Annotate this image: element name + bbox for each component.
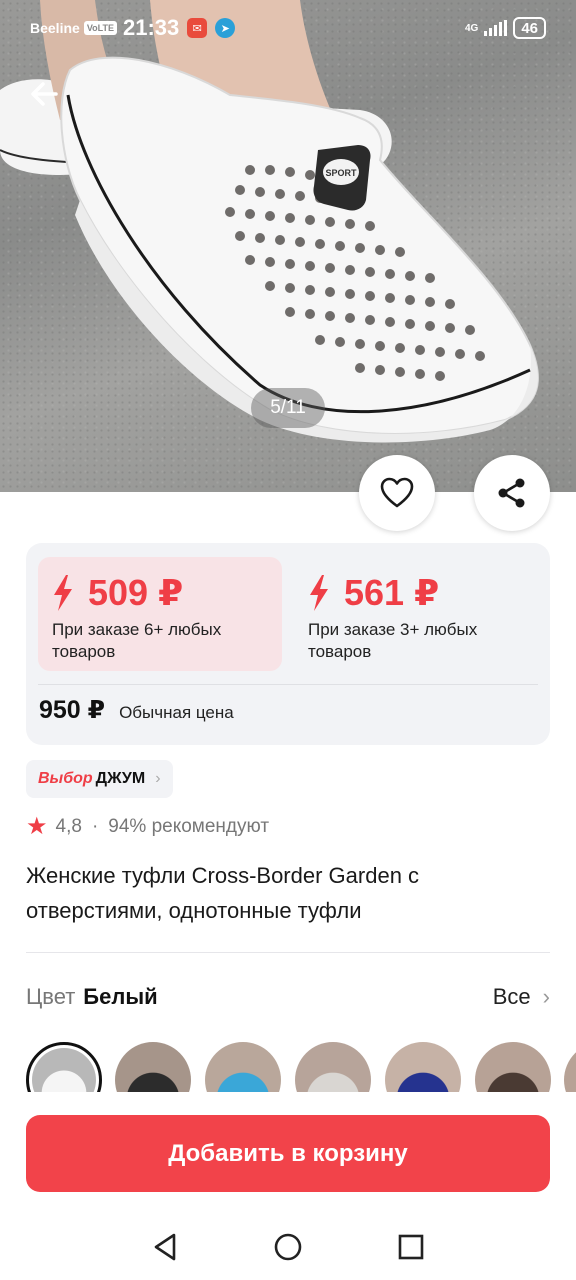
add-to-cart-button[interactable]: Добавить в корзину — [26, 1115, 550, 1192]
color-label: Цвет — [26, 984, 76, 1009]
recommend-text: 94% рекомендуют — [108, 815, 270, 837]
tier-price: 509 ₽ — [88, 572, 184, 613]
rating-value: 4,8 — [55, 815, 82, 837]
nav-home-icon[interactable] — [273, 1232, 303, 1262]
choice-brand-bold: ДЖУМ — [95, 770, 146, 787]
share-button[interactable] — [474, 455, 550, 531]
status-bar: Beeline VoLTE 21:33 ✉ ➤ 4G 46 — [0, 0, 576, 56]
volte-icon: VoLTE — [83, 21, 117, 35]
color-swatch[interactable] — [205, 1042, 281, 1092]
nav-recents-icon[interactable] — [396, 1232, 426, 1262]
color-swatch[interactable] — [564, 1042, 576, 1092]
tier-condition: При заказе 6+ любых товаров — [52, 620, 222, 661]
regular-price-label: Обычная цена — [119, 703, 234, 722]
lightning-icon — [54, 575, 72, 611]
choice-badge[interactable]: Выбор ДЖУМ › — [26, 760, 173, 798]
heart-icon — [380, 477, 414, 508]
image-counter: 5/11 — [251, 388, 325, 428]
notification-app-icon: ✉ — [187, 18, 208, 38]
choice-brand-italic: Выбор — [38, 770, 93, 787]
battery-icon: 46 — [513, 17, 546, 39]
rating-row[interactable]: ★ 4,8 · 94% рекомендуют — [26, 812, 269, 841]
shoe-badge-text: SPORT — [325, 168, 357, 178]
separator-dot: · — [91, 815, 99, 837]
lightning-icon — [310, 575, 328, 611]
favorite-button[interactable] — [359, 455, 435, 531]
color-swatches — [26, 1042, 576, 1092]
color-swatch[interactable] — [26, 1042, 102, 1092]
product-title: Женские туфли Cross-Border Garden с отве… — [26, 863, 420, 923]
regular-price-value: 950 ₽ — [39, 696, 106, 724]
star-icon: ★ — [26, 813, 48, 840]
tier-condition: При заказе 3+ любых товаров — [308, 620, 478, 661]
divider — [38, 684, 538, 685]
price-tier-3[interactable]: 561 ₽ При заказе 3+ любых товаров — [294, 557, 538, 671]
color-swatch[interactable] — [115, 1042, 191, 1092]
color-swatch[interactable] — [385, 1042, 461, 1092]
system-navigation-bar — [0, 1212, 576, 1280]
chevron-right-icon: › — [155, 770, 161, 787]
divider — [26, 952, 550, 953]
back-arrow-icon[interactable] — [26, 74, 66, 114]
price-card: 509 ₽ При заказе 6+ любых товаров 561 ₽ … — [26, 543, 550, 745]
see-all-colors-link[interactable]: Все — [493, 984, 531, 1010]
telegram-icon: ➤ — [215, 18, 236, 38]
color-swatch[interactable] — [475, 1042, 551, 1092]
color-selector-header[interactable]: Цвет Белый Все › — [26, 982, 550, 1012]
tier-price: 561 ₽ — [344, 572, 440, 613]
network-type: 4G — [464, 22, 479, 34]
clock: 21:33 — [122, 15, 180, 40]
nav-back-icon[interactable] — [150, 1232, 180, 1262]
carrier-name: Beeline — [30, 20, 80, 36]
color-value: Белый — [83, 984, 158, 1009]
signal-icon — [484, 20, 508, 36]
share-icon — [498, 478, 525, 508]
regular-price: 950 ₽ Обычная цена — [39, 695, 234, 725]
color-swatch[interactable] — [295, 1042, 371, 1092]
price-tier-6[interactable]: 509 ₽ При заказе 6+ любых товаров — [38, 557, 282, 671]
chevron-right-icon: › — [542, 984, 550, 1009]
battery-level: 46 — [521, 19, 538, 37]
